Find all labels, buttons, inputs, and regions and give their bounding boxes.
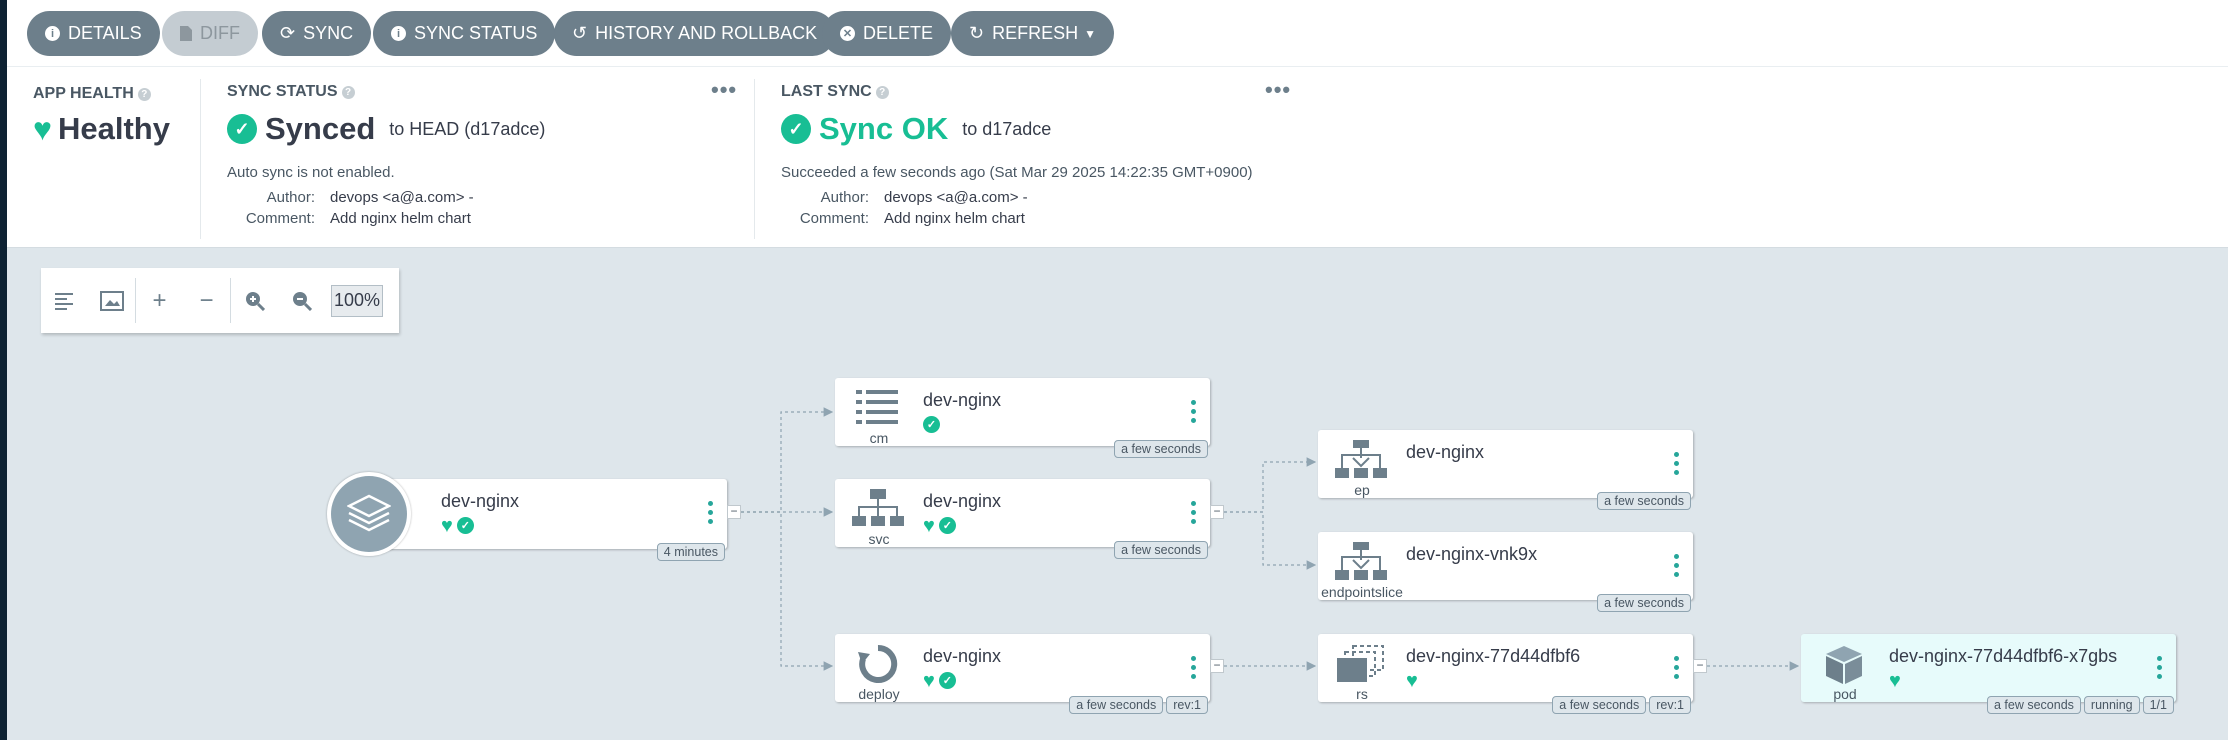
- heart-icon: ♥: [923, 670, 935, 692]
- collapse-toggle[interactable]: −: [1210, 505, 1224, 519]
- deployment-icon: [858, 644, 898, 683]
- age-badge: a few seconds: [1597, 492, 1691, 510]
- app-node[interactable]: dev-nginx ♥ ✓ 4 minutes: [370, 479, 727, 561]
- endpointslice-icon: [1335, 542, 1387, 580]
- pod-cube-icon: [1826, 646, 1862, 684]
- pod-ready-badge: 1/1: [2142, 696, 2174, 714]
- node-menu-icon[interactable]: [1674, 554, 1679, 581]
- heart-icon: ♥: [1889, 670, 1901, 692]
- service-icon: [852, 489, 904, 526]
- app-icon: [327, 472, 411, 556]
- heart-icon: ♥: [441, 515, 453, 537]
- age-badge: 4 minutes: [656, 543, 725, 561]
- age-badge: a few seconds: [1114, 541, 1208, 559]
- pod-state-badge: running: [2083, 696, 2140, 714]
- age-badge: a few seconds: [1069, 696, 1164, 714]
- check-circle-icon: ✓: [923, 416, 940, 433]
- node-menu-icon[interactable]: [1191, 501, 1196, 528]
- heart-icon: ♥: [923, 515, 935, 537]
- ep-node[interactable]: ep dev-nginx a few seconds: [1318, 430, 1693, 510]
- collapse-toggle[interactable]: −: [1693, 659, 1707, 673]
- node-menu-icon[interactable]: [1674, 452, 1679, 479]
- heart-icon: ♥: [1406, 670, 1418, 692]
- age-badge: a few seconds: [1986, 696, 2081, 714]
- replicaset-icon: [1337, 645, 1384, 682]
- node-menu-icon[interactable]: [708, 501, 713, 528]
- collapse-toggle[interactable]: −: [1210, 659, 1224, 673]
- node-menu-icon[interactable]: [1674, 656, 1679, 683]
- check-circle-icon: ✓: [456, 517, 474, 534]
- check-circle-icon: ✓: [938, 517, 956, 534]
- revision-badge: rev:1: [1166, 696, 1208, 714]
- svc-node[interactable]: svc dev-nginx ♥ ✓ a few seconds: [835, 479, 1210, 559]
- collapse-toggle[interactable]: −: [727, 505, 741, 519]
- age-badge: a few seconds: [1552, 696, 1647, 714]
- cm-node[interactable]: cm dev-nginx ✓ a few seconds: [835, 378, 1210, 458]
- revision-badge: rev:1: [1649, 696, 1691, 714]
- node-menu-icon[interactable]: [2157, 656, 2162, 683]
- pod-node[interactable]: pod dev-nginx-77d44dfbf6-x7gbs ♥ a few s…: [1801, 634, 2176, 714]
- endpointslice-node[interactable]: endpointslice dev-nginx-vnk9x a few seco…: [1318, 532, 1693, 612]
- age-badge: a few seconds: [1597, 594, 1691, 612]
- node-menu-icon[interactable]: [1191, 656, 1196, 683]
- endpoints-icon: [1335, 440, 1387, 478]
- age-badge: a few seconds: [1114, 440, 1208, 458]
- check-circle-icon: ✓: [938, 672, 956, 689]
- resource-graph-edges: [741, 407, 1800, 671]
- node-menu-icon[interactable]: [1191, 400, 1196, 427]
- configmap-icon: [856, 390, 898, 424]
- deploy-node[interactable]: deploy dev-nginx ♥ ✓ a few seconds rev:1: [835, 634, 1210, 714]
- rs-node[interactable]: rs dev-nginx-77d44dfbf6 ♥ a few seconds …: [1318, 634, 1693, 714]
